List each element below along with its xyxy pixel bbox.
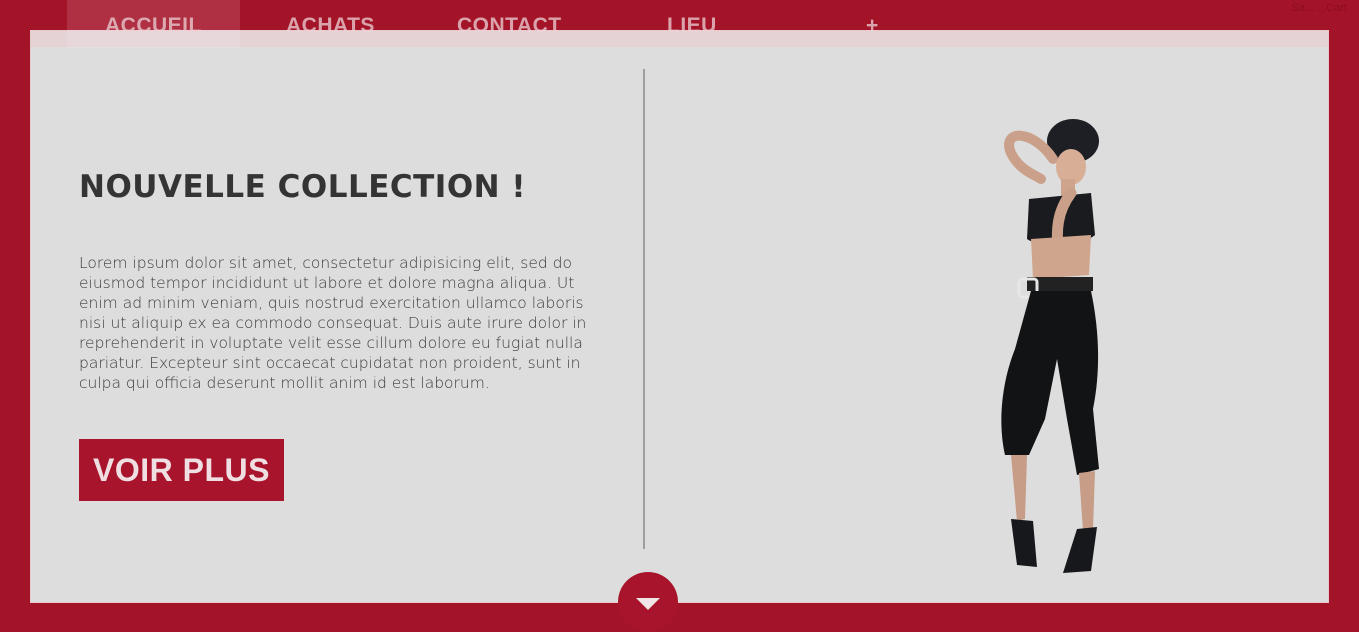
model-figure-image [1001, 119, 1099, 573]
top-navigation: ACCUEIL ACHATS CONTACT LIEU + Sa... ...C… [0, 0, 1359, 48]
nav-item-achats[interactable]: ACHATS [286, 12, 375, 40]
top-right-link[interactable]: Sa... ...Cart [1291, 2, 1347, 14]
nav-item-contact[interactable]: CONTACT [457, 12, 562, 40]
nav-item-more[interactable]: + [866, 12, 879, 40]
nav-item-accueil[interactable]: ACCUEIL [67, 0, 240, 48]
hero-description: Lorem ipsum dolor sit amet, consectetur … [79, 254, 587, 392]
hero-title: NOUVELLE COLLECTION ! [79, 169, 527, 205]
nav-item-lieu[interactable]: LIEU [667, 12, 717, 40]
hero-panel: NOUVELLE COLLECTION ! Lorem ipsum dolor … [30, 30, 1329, 603]
voir-plus-button[interactable]: VOIR PLUS [79, 439, 284, 501]
chevron-down-icon [636, 598, 660, 610]
vertical-divider [643, 69, 645, 549]
scroll-down-button[interactable] [618, 572, 678, 632]
